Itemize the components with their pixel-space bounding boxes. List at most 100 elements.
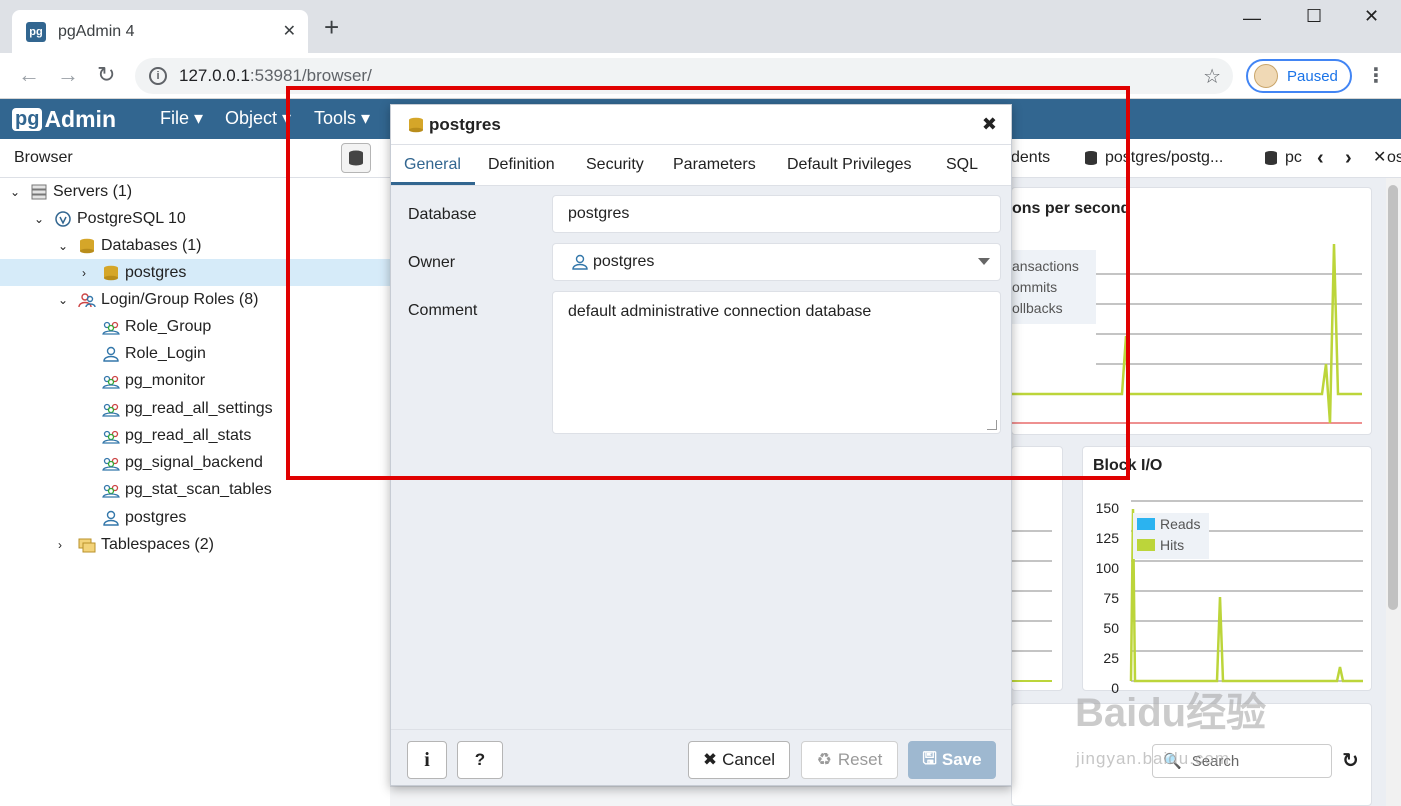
login-role-icon bbox=[103, 346, 119, 362]
tree-node-label: Role_Login bbox=[125, 344, 206, 362]
watermark: Baidu经验 bbox=[1075, 691, 1267, 735]
tree-node-label: pg_read_all_settings bbox=[125, 399, 273, 417]
tree-node-label: Role_Group bbox=[125, 317, 212, 335]
reset-button[interactable]: ♻ Reset bbox=[801, 741, 898, 779]
forward-icon[interactable]: → bbox=[57, 62, 79, 88]
tree-node-role[interactable]: pg_read_all_stats bbox=[102, 422, 251, 449]
group-role-icon bbox=[102, 484, 120, 498]
group-role-icon bbox=[102, 457, 120, 471]
tab-overflow-label: ostg bbox=[1387, 149, 1401, 166]
tree-node-role[interactable]: pg_signal_backend bbox=[102, 449, 263, 476]
new-tab-icon[interactable]: + bbox=[324, 14, 339, 40]
browser-tabstrip: pg pgAdmin 4 ✕ + — ☐ ✕ bbox=[0, 0, 1401, 53]
help-button[interactable]: ? bbox=[457, 741, 503, 779]
tree-node-role[interactable]: postgres bbox=[102, 504, 186, 531]
chevron-down-icon[interactable]: ⌄ bbox=[58, 239, 72, 253]
pgadmin-favicon-icon: pg bbox=[26, 21, 46, 42]
tree-node-role[interactable]: pg_stat_scan_tables bbox=[102, 476, 272, 503]
tab-close-icon[interactable]: ✕ bbox=[1373, 147, 1386, 167]
servers-icon bbox=[31, 184, 47, 199]
tree-node-label: pg_monitor bbox=[125, 371, 206, 389]
group-roles-icon bbox=[78, 292, 96, 307]
tab-query-2[interactable]: pc bbox=[1263, 149, 1302, 167]
left-chart-panel bbox=[1011, 446, 1063, 691]
tab-scroll-left-icon[interactable]: ‹ bbox=[1317, 147, 1324, 170]
left-chart bbox=[1012, 530, 1052, 682]
tree-node-label: Tablespaces (2) bbox=[101, 535, 214, 553]
window-close-icon[interactable]: ✕ bbox=[1364, 6, 1379, 27]
scrollbar-thumb[interactable] bbox=[1388, 185, 1398, 610]
back-icon[interactable]: ← bbox=[18, 62, 40, 88]
save-button[interactable]: 🖫 Save bbox=[908, 741, 996, 779]
group-role-icon bbox=[102, 321, 120, 335]
tree-node-role[interactable]: pg_monitor bbox=[102, 367, 205, 394]
login-role-icon bbox=[103, 510, 119, 526]
tree-node-label: Databases (1) bbox=[101, 236, 202, 254]
maximize-icon[interactable]: ☐ bbox=[1306, 6, 1322, 27]
chevron-right-icon[interactable]: › bbox=[82, 266, 96, 280]
blockio-legend: Reads Hits bbox=[1133, 513, 1209, 559]
tree-node-label: postgres bbox=[125, 263, 187, 281]
watermark-url: jingyan.baidu.com bbox=[1076, 749, 1231, 768]
tree-node-role[interactable]: Role_Login bbox=[102, 340, 206, 367]
browser-panel-title: Browser bbox=[14, 149, 73, 166]
tree-node-login-roles[interactable]: ⌄ Login/Group Roles (8) bbox=[58, 286, 258, 313]
cancel-button[interactable]: ✖ Cancel bbox=[688, 741, 790, 779]
recycle-icon: ♻ bbox=[816, 750, 832, 769]
databases-icon bbox=[80, 238, 94, 253]
tab-title: pgAdmin 4 bbox=[58, 22, 135, 40]
bookmark-star-icon[interactable]: ☆ bbox=[1203, 64, 1221, 89]
legend-swatch bbox=[1137, 517, 1155, 530]
tree-node-label: PostgreSQL 10 bbox=[77, 209, 186, 227]
pgadmin-logo[interactable]: pg Admin bbox=[12, 104, 116, 134]
tree-node-server[interactable]: ⌄ PostgreSQL 10 bbox=[34, 205, 186, 232]
browser-tab[interactable]: pg pgAdmin 4 ✕ bbox=[12, 10, 308, 53]
site-info-icon[interactable]: i bbox=[149, 67, 167, 85]
database-icon bbox=[1265, 151, 1277, 165]
tree-node-servers[interactable]: ⌄ Servers (1) bbox=[10, 178, 132, 205]
group-role-icon bbox=[102, 375, 120, 389]
tab-scroll-right-icon[interactable]: › bbox=[1345, 147, 1352, 170]
legend-reads: Reads bbox=[1137, 513, 1209, 534]
tree-node-label: pg_stat_scan_tables bbox=[125, 480, 272, 498]
grid-header-strip bbox=[390, 786, 1011, 806]
postgres-elephant-icon bbox=[55, 210, 71, 227]
menu-file[interactable]: File ▾ bbox=[160, 108, 203, 129]
blockio-chart-panel: Block I/O 150 125 100 75 50 25 0 Reads H… bbox=[1082, 446, 1372, 696]
group-role-icon bbox=[102, 430, 120, 444]
tree-node-label: Servers (1) bbox=[53, 182, 133, 200]
tree-node-label: postgres bbox=[125, 508, 187, 526]
chevron-down-icon[interactable]: ⌄ bbox=[58, 293, 72, 307]
legend-swatch bbox=[1137, 538, 1155, 551]
save-disk-icon: 🖫 bbox=[922, 748, 937, 768]
profile-button[interactable]: Paused bbox=[1246, 59, 1352, 93]
tree-node-role[interactable]: pg_read_all_settings bbox=[102, 395, 273, 422]
profile-status: Paused bbox=[1287, 67, 1338, 85]
menu-object[interactable]: Object ▾ bbox=[225, 108, 291, 129]
dialog-footer: i ? ✖ Cancel ♻ Reset 🖫 Save bbox=[391, 729, 1011, 785]
minimize-icon[interactable]: — bbox=[1243, 8, 1261, 29]
tree-node-tablespaces[interactable]: › Tablespaces (2) bbox=[58, 531, 214, 558]
tree-node-label: pg_read_all_stats bbox=[125, 426, 252, 444]
chevron-down-icon[interactable]: ⌄ bbox=[34, 212, 48, 226]
tree-node-role[interactable]: Role_Group bbox=[102, 313, 211, 340]
avatar bbox=[1254, 64, 1278, 88]
tree-node-databases[interactable]: ⌄ Databases (1) bbox=[58, 232, 202, 259]
reload-icon[interactable]: ↻ bbox=[97, 62, 115, 88]
close-icon: ✖ bbox=[702, 750, 718, 769]
chevron-down-icon[interactable]: ⌄ bbox=[10, 185, 24, 199]
tree-node-label: Login/Group Roles (8) bbox=[101, 290, 259, 308]
browser-menu-icon[interactable]: ⋮ bbox=[1366, 63, 1386, 88]
group-role-icon bbox=[102, 403, 120, 417]
database-icon bbox=[104, 265, 118, 280]
refresh-icon[interactable]: ↻ bbox=[1342, 748, 1359, 773]
chevron-right-icon[interactable]: › bbox=[58, 538, 72, 552]
tablespaces-icon bbox=[78, 538, 96, 552]
url-text: 127.0.0.1:53981/browser/ bbox=[179, 66, 372, 85]
highlight-annotation-box bbox=[286, 86, 1130, 480]
info-button[interactable]: i bbox=[407, 741, 447, 779]
blockio-chart bbox=[1129, 500, 1363, 683]
legend-hits: Hits bbox=[1137, 534, 1209, 555]
tree-node-label: pg_signal_backend bbox=[125, 453, 263, 471]
tab-close-icon[interactable]: ✕ bbox=[283, 21, 296, 41]
